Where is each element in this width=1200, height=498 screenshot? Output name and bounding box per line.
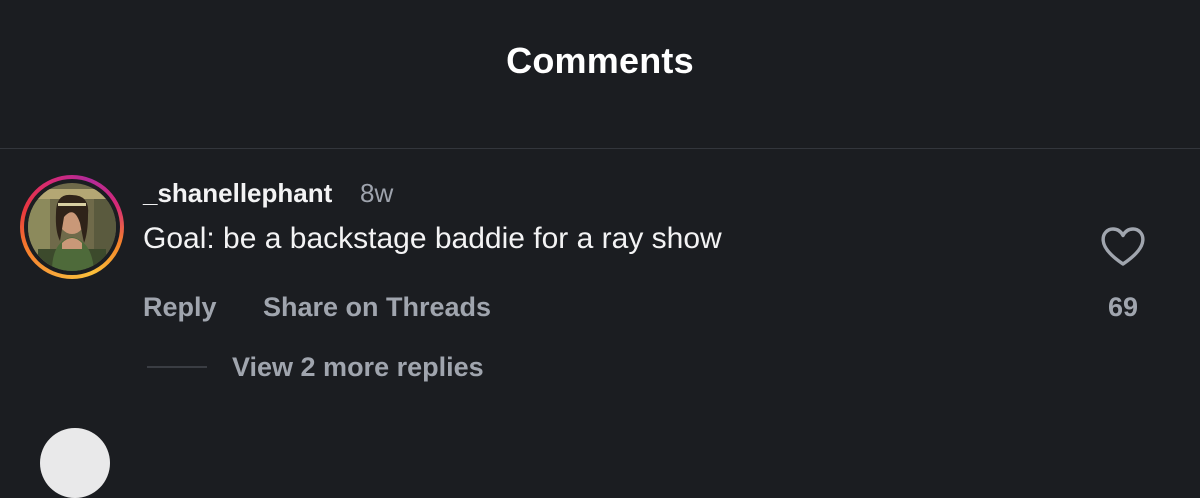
avatar-photo [28, 183, 116, 271]
comment-username[interactable]: _shanellephant [143, 176, 332, 210]
next-comment-avatar[interactable] [40, 428, 110, 498]
comment-timestamp: 8w [360, 178, 394, 208]
reply-button[interactable]: Reply [143, 290, 217, 324]
story-ring[interactable] [20, 175, 124, 279]
comment-text: Goal: be a backstage baddie for a ray sh… [143, 222, 722, 255]
like-count: 69 [1107, 292, 1139, 322]
page-title: Comments [506, 40, 694, 81]
header-divider [0, 148, 1200, 149]
avatar[interactable] [28, 183, 116, 271]
replies-connector-line [147, 366, 207, 368]
comments-sheet: Comments _shanellephant 8w Goal: be a ba… [0, 0, 1200, 498]
share-on-threads-button[interactable]: Share on Threads [263, 290, 491, 324]
view-more-replies-button[interactable]: View 2 more replies [232, 350, 484, 384]
heart-outline-icon[interactable] [1100, 226, 1146, 268]
